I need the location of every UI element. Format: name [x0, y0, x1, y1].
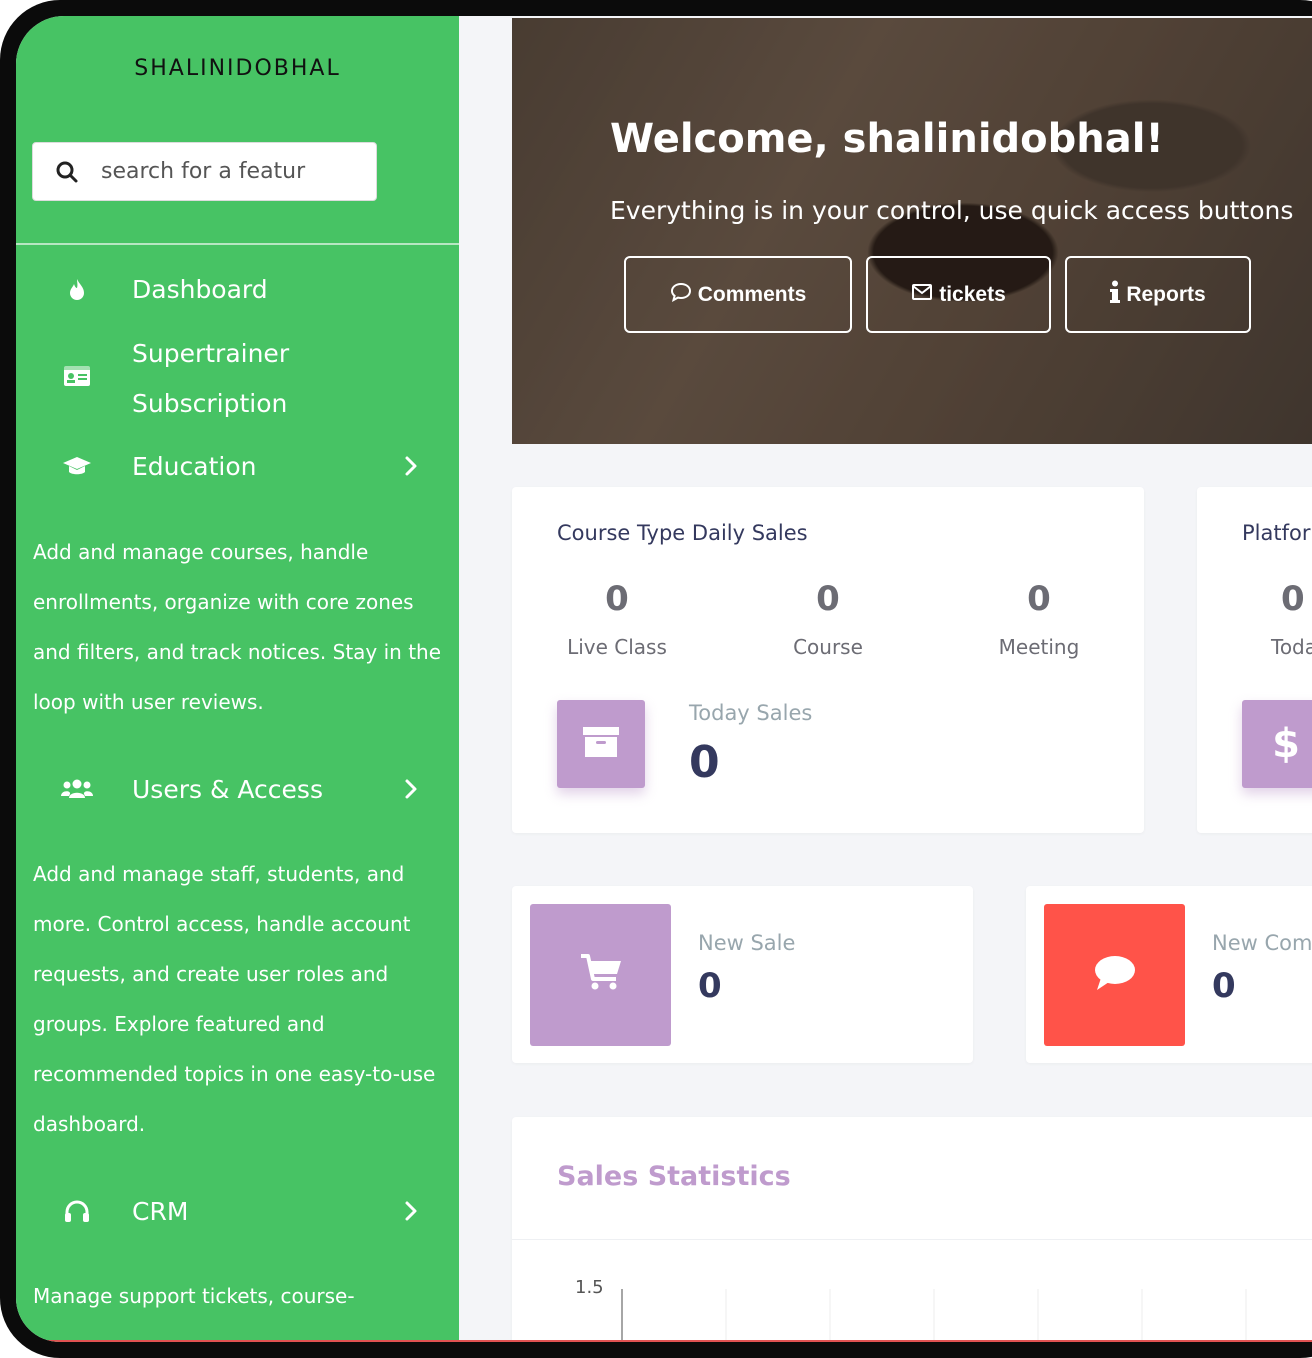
screen: SHALINIDOBHAL Dashboard Supertrainer: [16, 16, 1312, 1342]
live-class-label: Live Class: [567, 635, 667, 659]
headset-icon: [60, 1200, 94, 1224]
hero-title: Welcome, shalinidobhal!: [610, 116, 1164, 162]
dollar-icon: $: [1272, 721, 1300, 767]
crm-description: Manage support tickets, course-: [33, 1284, 355, 1308]
sidebar-item-label: Subscription: [132, 389, 288, 418]
new-sale-card: New Sale 0: [512, 886, 973, 1063]
chevron-right-icon[interactable]: [404, 454, 418, 483]
brand-logo[interactable]: SHALINIDOBHAL: [16, 56, 459, 81]
education-description: Add and manage courses, handle enrollmen…: [33, 540, 442, 714]
new-sale-label: New Sale: [698, 931, 796, 955]
search-input[interactable]: [101, 159, 356, 184]
archive-icon-box: [557, 700, 645, 788]
sidebar-item-label: Education: [132, 452, 257, 481]
shopping-cart-icon: [579, 953, 623, 997]
users-icon: [60, 778, 94, 800]
sidebar-divider: [16, 243, 459, 245]
card-title: Course Type Daily Sales: [557, 521, 808, 545]
tickets-button-label: tickets: [939, 282, 1006, 306]
bottom-accent-line: [16, 1340, 1312, 1342]
reports-button[interactable]: Reports: [1065, 256, 1251, 333]
chart-plot-area: [621, 1289, 1247, 1342]
sidebar-item-label: Dashboard: [132, 275, 268, 304]
new-sale-value: 0: [698, 966, 722, 1006]
comments-button[interactable]: Comments: [624, 256, 852, 333]
chat-bubble-icon: [1093, 954, 1137, 996]
course-count: 0: [816, 579, 840, 619]
meeting-count: 0: [1027, 579, 1051, 619]
new-comment-card: New Com 0: [1026, 886, 1312, 1063]
today-sales-value: 0: [689, 737, 720, 788]
sales-statistics-title: Sales Statistics: [557, 1161, 791, 1192]
chevron-right-icon[interactable]: [404, 777, 418, 806]
search-box[interactable]: [32, 142, 377, 201]
graduation-cap-icon: [60, 455, 94, 477]
cart-icon-box: [530, 904, 671, 1046]
sidebar-item-education[interactable]: Education: [16, 442, 459, 492]
sidebar-item-users-access[interactable]: Users & Access: [16, 765, 459, 815]
sidebar-item-label: Supertrainer: [132, 339, 290, 368]
comments-button-label: Comments: [697, 282, 807, 306]
sidebar-item-dashboard[interactable]: Dashboard: [16, 265, 459, 315]
sales-statistics-card: Sales Statistics 1.5: [512, 1117, 1312, 1342]
platform-count: 0: [1281, 579, 1305, 619]
platform-label: Toda: [1271, 635, 1312, 659]
comment-icon-box: [1044, 904, 1185, 1046]
today-sales-label: Today Sales: [689, 701, 813, 725]
dollar-icon-box: $: [1242, 700, 1312, 788]
device-frame: SHALINIDOBHAL Dashboard Supertrainer: [0, 0, 1312, 1358]
sidebar-item-label: CRM: [132, 1197, 189, 1226]
course-type-daily-sales-card: Course Type Daily Sales 0 Live Class 0 C…: [512, 487, 1144, 833]
reports-button-label: Reports: [1126, 282, 1206, 306]
meeting-label: Meeting: [998, 635, 1080, 659]
envelope-icon: [911, 283, 933, 307]
sidebar-item-crm[interactable]: CRM: [16, 1187, 459, 1237]
sidebar-item-label: Users & Access: [132, 775, 323, 804]
hero-banner: Welcome, shalinidobhal! Everything is in…: [512, 18, 1312, 444]
sidebar-item-supertrainer-subscription[interactable]: Supertrainer Subscription: [16, 329, 459, 429]
search-icon: [33, 160, 101, 184]
id-card-icon: [60, 365, 94, 387]
sidebar: SHALINIDOBHAL Dashboard Supertrainer: [16, 16, 459, 1342]
users-description: Add and manage staff, students, and more…: [33, 862, 436, 1136]
new-comment-label: New Com: [1212, 931, 1312, 955]
platform-card: Platfor 0 Toda $: [1197, 487, 1312, 833]
course-label: Course: [793, 635, 863, 659]
card-title: Platfor: [1242, 521, 1311, 545]
hero-subtitle: Everything is in your control, use quick…: [610, 196, 1294, 225]
fire-icon: [60, 278, 94, 302]
tickets-button[interactable]: tickets: [866, 256, 1051, 333]
info-icon: [1110, 280, 1121, 310]
new-comment-value: 0: [1212, 966, 1236, 1006]
live-class-count: 0: [605, 579, 629, 619]
chevron-right-icon[interactable]: [404, 1199, 418, 1228]
comment-icon: [670, 282, 692, 308]
archive-icon: [582, 725, 620, 763]
